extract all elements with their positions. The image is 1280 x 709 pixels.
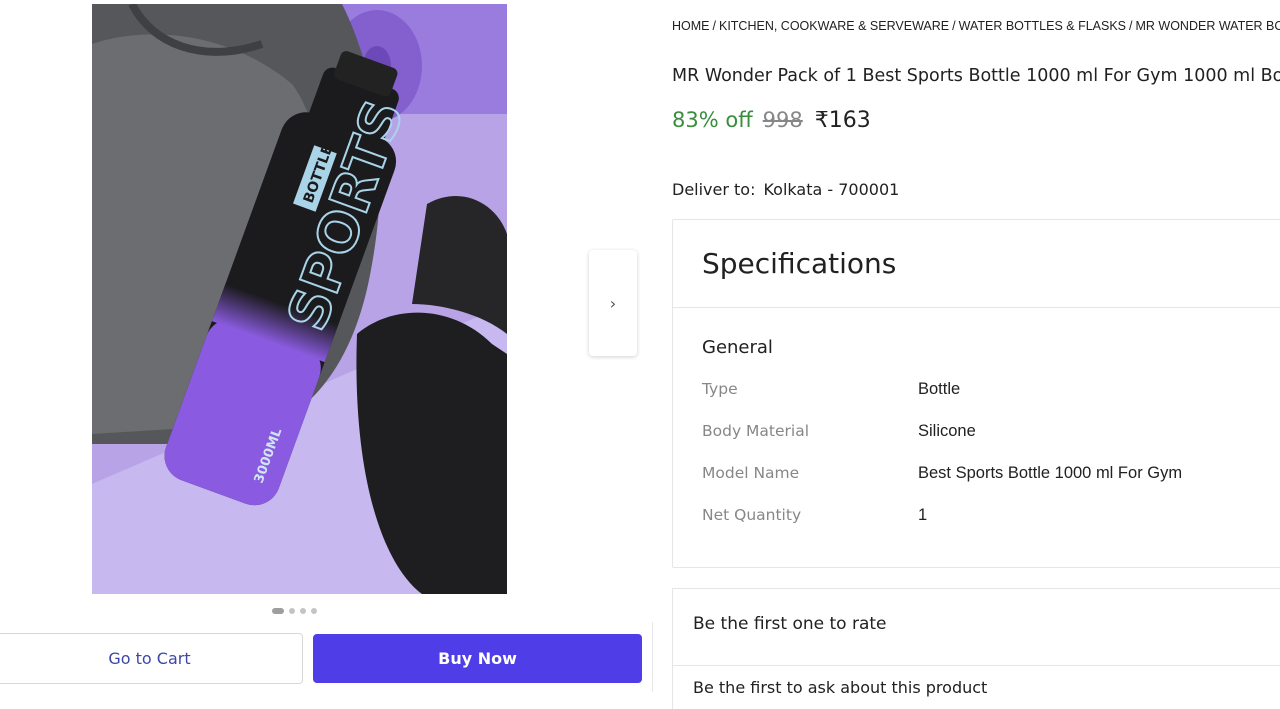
breadcrumb-home[interactable]: HOME <box>672 19 710 33</box>
selling-price: ₹163 <box>814 108 871 133</box>
carousel-dot[interactable] <box>311 608 317 614</box>
ask-question-link[interactable]: Be the first to ask about this product <box>693 678 987 697</box>
spec-row: Type Bottle <box>702 380 1262 399</box>
original-price: 998 <box>762 108 803 132</box>
specifications-header: Specifications <box>673 220 1280 308</box>
divider <box>673 665 1280 666</box>
buy-now-button[interactable]: Buy Now <box>313 634 642 683</box>
spec-value: Silicone <box>918 422 976 440</box>
spec-row: Body Material Silicone <box>702 422 1262 441</box>
breadcrumb-water-bottles[interactable]: WATER BOTTLES & FLASKS <box>959 19 1126 33</box>
product-photo: SPORTS BOTTLE 3000ML <box>92 4 507 594</box>
breadcrumb-brand[interactable]: MR WONDER WATER BOTTLES <box>1136 19 1280 33</box>
carousel-dot[interactable] <box>289 608 295 614</box>
go-to-cart-button[interactable]: Go to Cart <box>0 633 303 684</box>
spec-key: Body Material <box>702 422 810 440</box>
specifications-heading: Specifications <box>702 247 897 280</box>
product-image[interactable]: SPORTS BOTTLE 3000ML <box>92 4 507 594</box>
spec-row: Net Quantity 1 <box>702 506 1262 525</box>
chevron-right-icon: › <box>609 293 617 313</box>
spec-value: Best Sports Bottle 1000 ml For Gym <box>918 464 1183 482</box>
specifications-card: Specifications General Type Bottle Body … <box>672 219 1280 568</box>
delivery-location[interactable]: Deliver to: Kolkata - 700001 <box>672 180 899 199</box>
divider <box>652 622 653 692</box>
ratings-card: Be the first one to rate Be the first to… <box>672 588 1280 709</box>
carousel-dot[interactable] <box>272 608 284 614</box>
price-row: 83% off 998 ₹163 <box>672 108 871 133</box>
delivery-pincode: Kolkata - 700001 <box>763 180 900 199</box>
spec-value: Bottle <box>918 380 961 398</box>
spec-row: Model Name Best Sports Bottle 1000 ml Fo… <box>702 464 1262 483</box>
carousel-dots <box>272 608 317 614</box>
breadcrumb-kitchen[interactable]: KITCHEN, COOKWARE & SERVEWARE <box>719 19 949 33</box>
delivery-label: Deliver to: <box>672 180 756 199</box>
breadcrumb-separator: / <box>952 19 956 33</box>
breadcrumb-separator: / <box>1129 19 1133 33</box>
spec-group-title: General <box>702 337 773 358</box>
discount-label: 83% off <box>672 108 753 132</box>
spec-key: Net Quantity <box>702 506 802 524</box>
carousel-dot[interactable] <box>300 608 306 614</box>
breadcrumb: HOME / KITCHEN, COOKWARE & SERVEWARE / WATER… <box>672 19 1280 33</box>
spec-key: Type <box>702 380 738 398</box>
breadcrumb-separator: / <box>712 19 716 33</box>
product-title: MR Wonder Pack of 1 Best Sports Bottle 1… <box>672 66 1280 86</box>
spec-key: Model Name <box>702 464 800 482</box>
rate-title[interactable]: Be the first one to rate <box>693 614 887 634</box>
spec-value: 1 <box>918 506 928 524</box>
image-next-button[interactable]: › <box>589 250 637 356</box>
